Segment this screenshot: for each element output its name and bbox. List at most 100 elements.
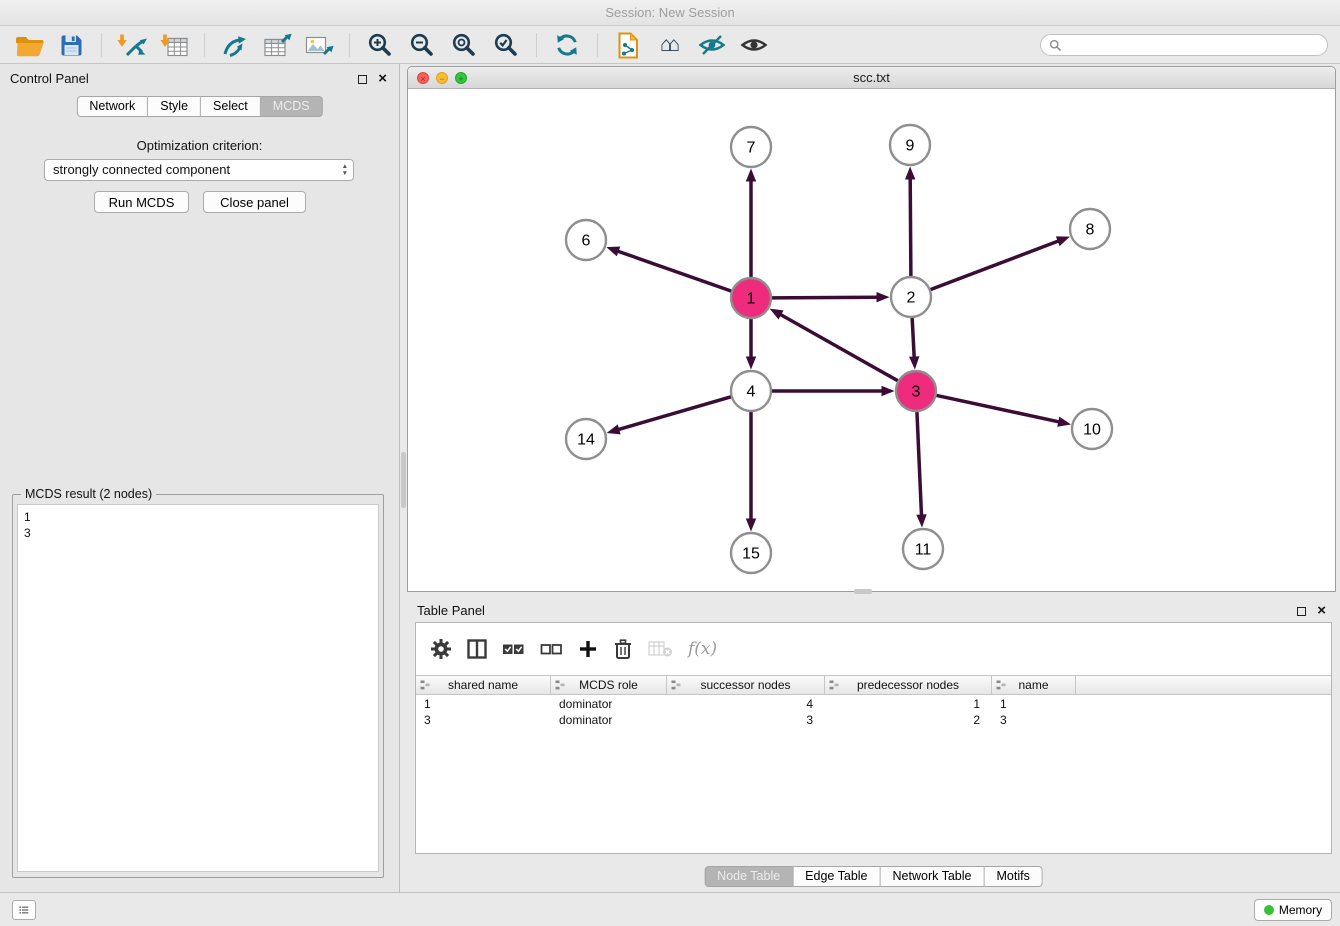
tab-motifs[interactable]: Motifs — [984, 866, 1042, 887]
column-header-successor-nodes[interactable]: successor nodes — [667, 676, 825, 694]
close-panel-icon[interactable]: × — [378, 70, 387, 88]
import-table-button[interactable] — [156, 29, 192, 61]
column-header-mcds-role[interactable]: MCDS role — [551, 676, 667, 694]
clone-network-button[interactable] — [610, 29, 646, 61]
tab-edge-table[interactable]: Edge Table — [793, 866, 880, 887]
zoom-out-button[interactable] — [404, 29, 440, 61]
search-input[interactable] — [1040, 34, 1328, 56]
unselect-all-columns-button[interactable] — [540, 639, 563, 659]
function-builder-button[interactable]: f(x) — [688, 639, 717, 659]
graph-edge-3-10[interactable] — [936, 395, 1060, 422]
window-title: Session: New Session — [605, 5, 734, 20]
vertical-splitter-handle[interactable] — [401, 452, 406, 508]
graph-edge-3-11[interactable] — [917, 411, 922, 516]
memory-button[interactable]: Memory — [1254, 899, 1332, 921]
sort-icon — [996, 680, 1006, 690]
zoom-in-button[interactable] — [362, 29, 398, 61]
export-table-button[interactable] — [259, 29, 295, 61]
save-icon — [60, 34, 83, 57]
dropdown-arrows-icon: ▲ ▼ — [342, 163, 348, 177]
plus-icon — [578, 639, 598, 659]
application-window: Session: New Session — [0, 0, 1340, 926]
close-window-icon[interactable]: × — [417, 72, 429, 84]
unchecked-boxes-icon — [540, 639, 563, 659]
table-row[interactable]: 3 dominator 3 2 3 — [416, 712, 1331, 728]
graph-node-label: 8 — [1086, 222, 1095, 239]
graph-edge-arrowhead — [1057, 417, 1071, 427]
tab-style[interactable]: Style — [148, 96, 201, 117]
column-header-predecessor-nodes[interactable]: predecessor nodes — [825, 676, 992, 694]
task-history-button[interactable] — [12, 900, 36, 920]
tab-node-table[interactable]: Node Table — [704, 866, 793, 887]
eye-icon — [740, 33, 768, 57]
zoom-selected-icon — [493, 32, 519, 58]
tab-mcds[interactable]: MCDS — [261, 96, 323, 117]
network-window-titlebar: × − + scc.txt — [408, 67, 1335, 89]
export-image-icon — [305, 33, 334, 58]
zoom-selected-button[interactable] — [488, 29, 524, 61]
graph-edge-4-14[interactable] — [618, 397, 732, 430]
zoom-fit-button[interactable] — [446, 29, 482, 61]
network-graph-canvas[interactable]: 7968124314101511 — [408, 89, 1335, 592]
graph-edge-2-3[interactable] — [912, 317, 914, 358]
graph-node-label: 11 — [915, 542, 932, 559]
refresh-icon — [554, 32, 580, 58]
export-network-button[interactable] — [217, 29, 253, 61]
show-all-button[interactable] — [736, 29, 772, 61]
refresh-layout-button[interactable] — [549, 29, 585, 61]
window-titlebar: Session: New Session — [0, 0, 1340, 26]
run-mcds-button[interactable]: Run MCDS — [94, 191, 189, 213]
first-neighbors-button[interactable]: ⌂⌂ — [652, 29, 688, 61]
graph-edge-1-2[interactable] — [771, 297, 878, 298]
close-panel-icon[interactable]: × — [1317, 602, 1326, 620]
memory-status-icon — [1264, 905, 1274, 915]
toolbar-separator — [597, 33, 598, 57]
table-settings-button[interactable] — [430, 638, 452, 660]
graph-node-label: 6 — [582, 233, 591, 250]
tab-select[interactable]: Select — [201, 96, 261, 117]
search-icon — [1049, 39, 1062, 52]
tab-network[interactable]: Network — [76, 96, 148, 117]
sort-icon — [829, 680, 839, 690]
hide-selected-button[interactable] — [694, 29, 730, 61]
column-header-name[interactable]: name — [992, 676, 1076, 694]
export-table-icon — [263, 33, 292, 58]
horizontal-splitter-handle[interactable] — [854, 589, 872, 594]
graph-edge-arrowhead — [882, 386, 895, 396]
graph-edge-arrowhead — [746, 357, 756, 370]
table-panel: Table Panel × — [407, 596, 1340, 892]
float-panel-icon[interactable] — [358, 75, 367, 84]
graph-edge-arrowhead — [770, 309, 784, 320]
graph-node-label: 7 — [747, 140, 756, 157]
open-session-button[interactable] — [11, 29, 47, 61]
show-columns-button[interactable] — [467, 639, 487, 659]
delete-table-button[interactable] — [648, 639, 673, 659]
maximize-window-icon[interactable]: + — [455, 72, 467, 84]
delete-column-button[interactable] — [613, 638, 633, 660]
create-column-button[interactable] — [578, 639, 598, 659]
column-header-shared-name[interactable]: shared name — [416, 676, 551, 694]
status-bar: Memory — [0, 892, 1340, 926]
select-all-columns-button[interactable] — [502, 639, 525, 659]
tab-network-table[interactable]: Network Table — [881, 866, 985, 887]
import-network-button[interactable] — [114, 29, 150, 61]
graph-edge-2-8[interactable] — [930, 241, 1059, 290]
close-panel-button[interactable]: Close panel — [203, 191, 306, 213]
optimization-criterion-select[interactable]: strongly connected component ▲ ▼ — [44, 159, 354, 181]
graph-edge-3-1[interactable] — [780, 314, 898, 381]
mcds-result-text[interactable]: 1 3 — [17, 504, 379, 872]
list-icon — [19, 904, 29, 916]
graph-node-label: 3 — [912, 384, 921, 401]
float-panel-icon[interactable] — [1297, 607, 1306, 616]
toolbar-separator — [349, 33, 350, 57]
dropdown-value: strongly connected component — [53, 162, 230, 177]
export-network-icon — [221, 33, 250, 58]
graph-edge-arrowhead — [1056, 236, 1070, 246]
save-session-button[interactable] — [53, 29, 89, 61]
minimize-window-icon[interactable]: − — [436, 72, 448, 84]
export-image-button[interactable] — [301, 29, 337, 61]
graph-edge-arrowhead — [746, 169, 756, 182]
graph-edge-1-6[interactable] — [618, 251, 733, 291]
graph-edge-2-9[interactable] — [910, 179, 911, 278]
table-row[interactable]: 1 dominator 4 1 1 — [416, 696, 1331, 712]
